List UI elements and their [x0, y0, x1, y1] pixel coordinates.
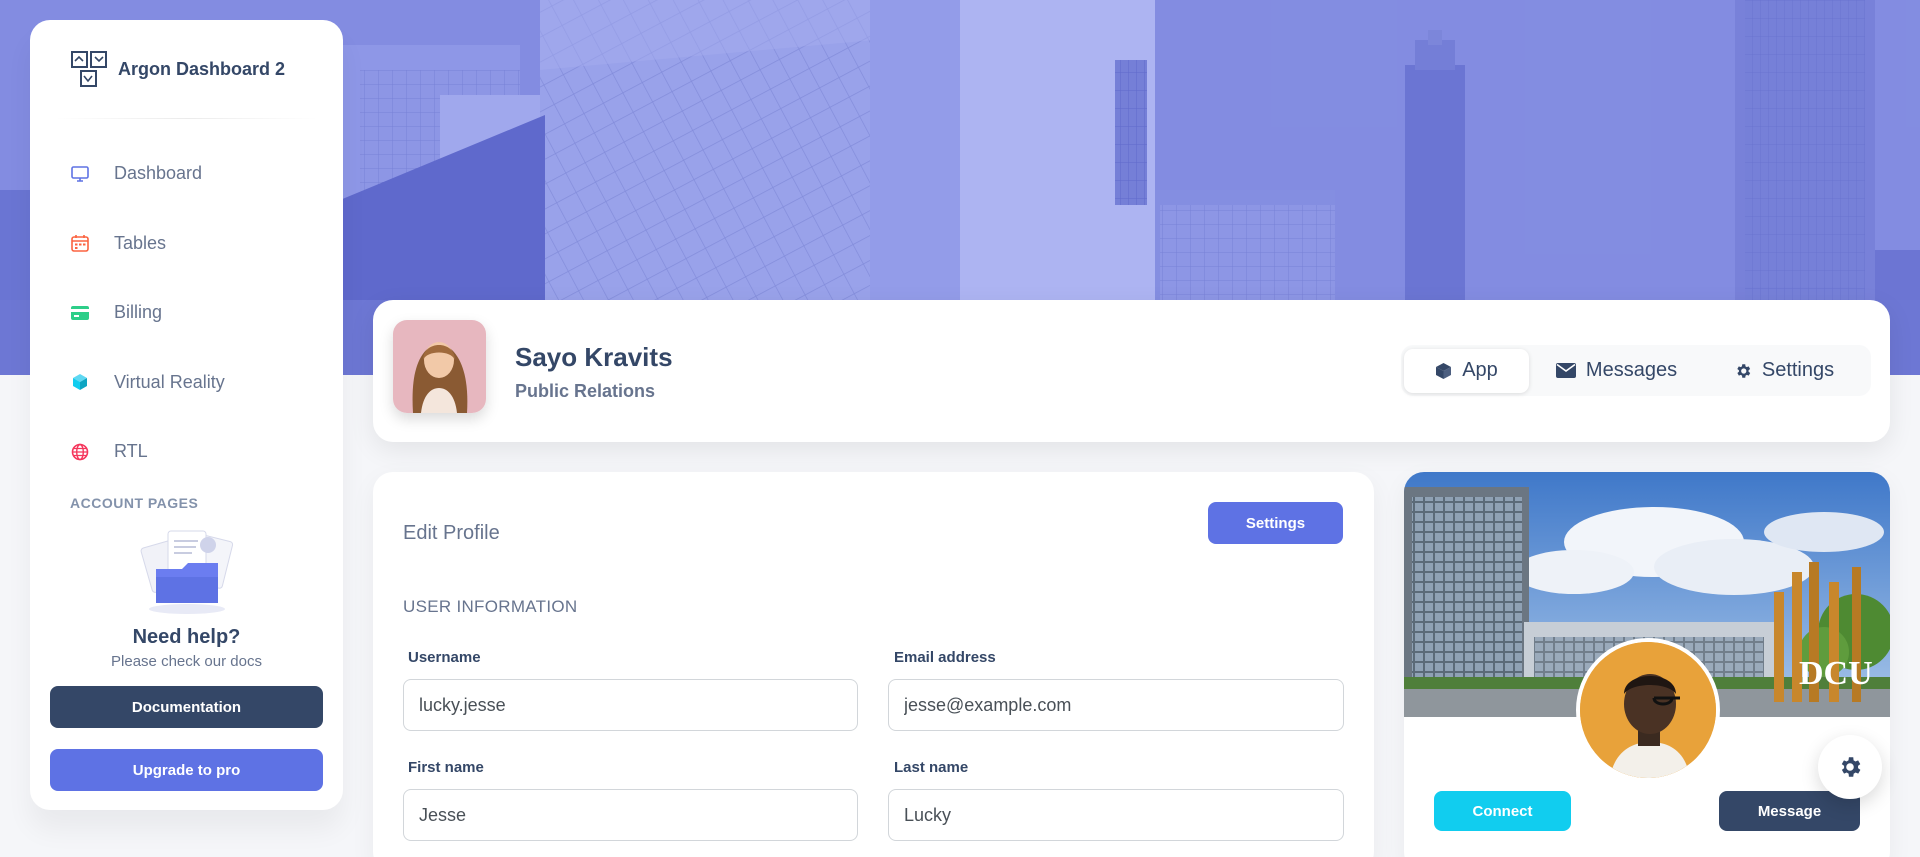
- box-3d-icon: [70, 372, 90, 392]
- tv-icon: [70, 164, 90, 184]
- sidebar-nav: Dashboard Tables Billing Virtual Reality…: [30, 139, 343, 487]
- avatar-photo-icon: [393, 320, 486, 413]
- tab-label: App: [1462, 359, 1498, 381]
- tab-messages[interactable]: Messages: [1529, 349, 1704, 393]
- tab-label: Settings: [1761, 359, 1835, 381]
- sidebar-item-dashboard[interactable]: Dashboard: [30, 139, 343, 209]
- tab-settings[interactable]: Settings: [1704, 349, 1864, 393]
- envelope-icon: [1555, 363, 1576, 378]
- profile-name: Sayo Kravits: [515, 342, 673, 372]
- help-subtitle: Please check our docs: [111, 653, 262, 670]
- gear-icon: [1734, 362, 1752, 380]
- profile-header-card: Sayo Kravits Public Relations App Messag…: [373, 300, 1890, 442]
- tab-label: Messages: [1585, 359, 1678, 381]
- sidebar-item-tables[interactable]: Tables: [30, 209, 343, 279]
- upgrade-to-pro-button[interactable]: Upgrade to pro: [50, 749, 323, 791]
- cover-sign-text: DCU: [1799, 655, 1873, 692]
- sidebar-item-label: Virtual Reality: [114, 371, 225, 392]
- profile-avatar: [393, 320, 486, 413]
- profile-role: Public Relations: [515, 381, 656, 401]
- username-field[interactable]: [403, 679, 858, 731]
- sidebar-item-label: Tables: [114, 232, 167, 253]
- documentation-button[interactable]: Documentation: [50, 686, 323, 728]
- tab-app[interactable]: App: [1404, 348, 1529, 393]
- brand-logo-icon: [71, 51, 107, 87]
- gear-icon: [1841, 757, 1861, 777]
- folder-illustration-icon: [140, 530, 233, 614]
- brand-name: Argon Dashboard 2: [118, 58, 286, 79]
- sidebar-item-label: Dashboard: [114, 163, 203, 184]
- user-information-heading: USER INFORMATION: [403, 597, 578, 616]
- profile-summary-card: DCU Connect Message: [1404, 472, 1890, 857]
- globe-icon: [70, 442, 90, 462]
- sidebar-section-title: ACCOUNT PAGES: [70, 494, 199, 511]
- sidebar-item-virtual-reality[interactable]: Virtual Reality: [30, 348, 343, 418]
- profile-card-avatar: [1576, 638, 1720, 782]
- avatar-photo-icon: [1580, 642, 1716, 778]
- last-name-label: Last name: [894, 759, 969, 776]
- connect-button[interactable]: Connect: [1434, 791, 1571, 831]
- email-label: Email address: [894, 649, 996, 666]
- credit-card-icon: [70, 303, 90, 323]
- sidebar-divider: [54, 118, 319, 119]
- configurator-toggle-button[interactable]: [1818, 735, 1882, 799]
- email-field[interactable]: [888, 679, 1344, 731]
- sidebar: Argon Dashboard 2 Dashboard Tables Billi…: [30, 20, 343, 810]
- settings-button[interactable]: Settings: [1208, 502, 1343, 544]
- brand-link[interactable]: Argon Dashboard 2: [30, 20, 343, 118]
- sidebar-item-billing[interactable]: Billing: [30, 278, 343, 348]
- cube-icon: [1435, 362, 1452, 380]
- sidebar-help-card: Need help? Please check our docs: [30, 525, 343, 670]
- profile-tabs: App Messages Settings: [1401, 345, 1871, 396]
- edit-profile-title: Edit Profile: [403, 522, 500, 544]
- sidebar-item-rtl[interactable]: RTL: [30, 417, 343, 487]
- help-title: Need help?: [132, 626, 241, 648]
- first-name-label: First name: [408, 759, 484, 776]
- edit-profile-card: Edit Profile Settings USER INFORMATION U…: [373, 472, 1374, 857]
- username-label: Username: [408, 649, 481, 666]
- last-name-field[interactable]: [888, 789, 1344, 841]
- first-name-field[interactable]: [403, 789, 858, 841]
- sidebar-item-label: Billing: [114, 302, 163, 323]
- sidebar-item-label: RTL: [114, 441, 148, 462]
- calendar-icon: [70, 233, 90, 253]
